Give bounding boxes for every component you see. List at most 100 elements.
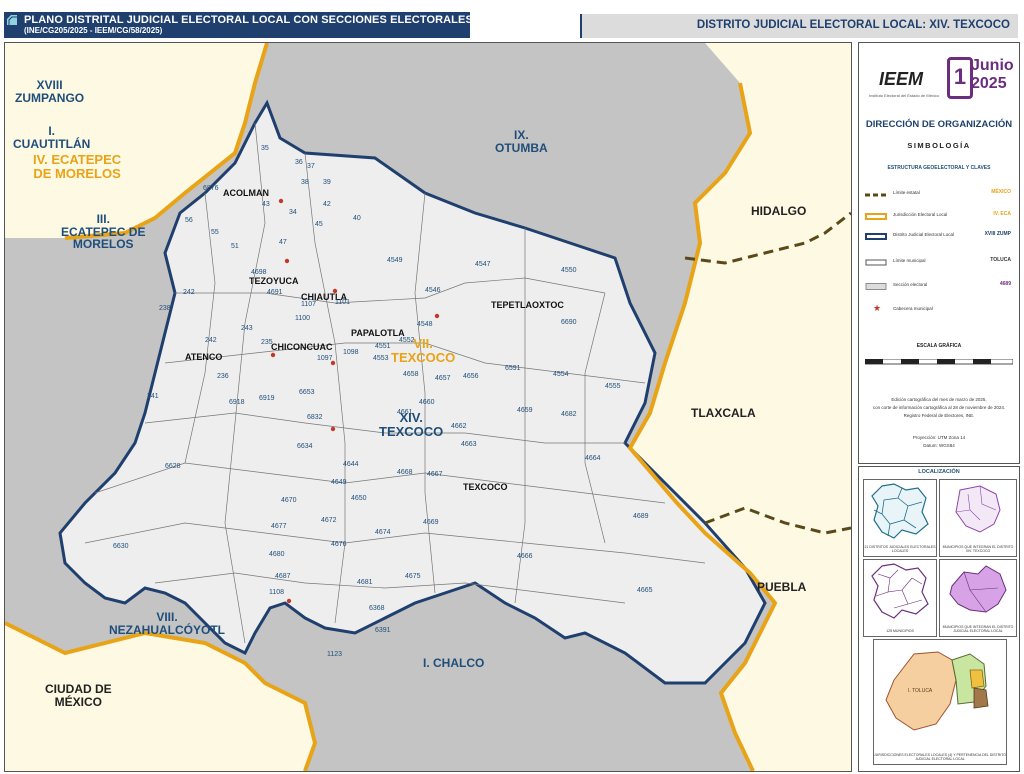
section-label: 6690 — [561, 319, 577, 326]
section-label: 4674 — [375, 529, 391, 536]
municipality-label: CHICONCUAC — [271, 342, 333, 352]
dashed-line-icon — [865, 193, 887, 197]
section-label: 4656 — [463, 373, 479, 380]
section-label: 4667 — [427, 471, 443, 478]
section-label: 4666 — [517, 553, 533, 560]
integration-outline-icon — [949, 565, 1007, 613]
section-label: 4665 — [637, 587, 653, 594]
ieem-logo-text: IEEM — [879, 69, 924, 89]
section-box-icon — [865, 283, 887, 290]
municipality-label: ATENCO — [185, 352, 223, 362]
section-label: 4672 — [321, 517, 337, 524]
section-label: 4691 — [267, 289, 283, 296]
section-label: 37 — [307, 163, 315, 170]
section-label: 242 — [205, 337, 217, 344]
section-label: 39 — [323, 179, 331, 186]
state-outline-icon — [871, 483, 929, 539]
section-label: 4680 — [269, 551, 285, 558]
section-label: 42 — [323, 201, 331, 208]
structure-title: ESTRUCTURA GEOELECTORAL Y CLAVES — [887, 165, 991, 171]
section-label: 1107 — [301, 301, 317, 308]
gold-line-icon — [865, 213, 887, 220]
legend-panel: IEEM Instituto Electoral del Estado de M… — [858, 42, 1020, 464]
section-label: 56 — [185, 217, 193, 224]
municipality-label: TEXCOCO — [463, 482, 508, 492]
mini-map-caption: 21 DISTRITOS JUDICIALES ELECTORALES LOCA… — [864, 545, 936, 554]
section-label: 35 — [261, 145, 269, 152]
projection-note: Proyección: UTM Zona 14 — [912, 435, 966, 440]
jurisdictions-outline-icon — [885, 651, 989, 731]
section-label: 55 — [211, 229, 219, 236]
mini-map-integration: MUNICIPIOS QUE INTEGRAN EL DISTRITO JUDI… — [939, 559, 1017, 637]
section-label: 4677 — [271, 523, 287, 530]
section-label: 40 — [353, 215, 361, 222]
section-label: 4546 — [425, 287, 441, 294]
district-label-otumba: IX. OTUMBA — [495, 128, 548, 155]
ieem-subtitle: Instituto Electoral del Estado de México — [869, 93, 940, 98]
mini-map-caption: MUNICIPIOS QUE INTEGRAN EL DISTRITO XIV.… — [942, 545, 1014, 554]
district-label-cuautitlan: I. CUAUTITLÁN — [13, 124, 91, 151]
section-label: 4659 — [517, 407, 533, 414]
section-label: 6591 — [505, 365, 521, 372]
legend-item-state: Límite estatal MÉXICO — [865, 187, 1015, 201]
localization-title: LOCALIZACIÓN — [918, 469, 960, 475]
edition-note: con corte de información cartográfica al… — [872, 405, 1006, 410]
section-label: 4675 — [405, 573, 421, 580]
section-label: 1101 — [335, 299, 351, 306]
section-label: 4553 — [373, 355, 389, 362]
edition-note: Registro Federal de Electores, INE. — [903, 413, 975, 418]
state-label-cdmx: CIUDAD DE MÉXICO — [45, 682, 112, 709]
section-label: 4657 — [435, 375, 451, 382]
section-label: 6368 — [369, 605, 385, 612]
section-label: 243 — [241, 325, 253, 332]
section-label: 4682 — [561, 411, 577, 418]
section-label: 241 — [147, 393, 159, 400]
section-label: 38 — [301, 179, 309, 186]
legend-item-municipal: Límite municipal TOLUCA — [865, 255, 1015, 269]
section-label: 238 — [159, 305, 171, 312]
section-label: 4689 — [633, 513, 649, 520]
state-label-hidalgo: HIDALGO — [751, 204, 807, 218]
legend-item-section: Sección electoral 4689 — [865, 279, 1015, 293]
section-label: 4649 — [331, 479, 347, 486]
localization-panel: LOCALIZACIÓN 21 DISTRITOS JUDICIALES ELE… — [858, 466, 1020, 772]
section-label: 4668 — [397, 469, 413, 476]
gray-line-icon — [865, 259, 887, 266]
section-label: 4547 — [475, 261, 491, 268]
municipality-label: TEZOYUCA — [249, 276, 299, 286]
section-label: 4687 — [275, 573, 291, 580]
section-label: 4662 — [451, 423, 467, 430]
section-label: 1100 — [295, 315, 311, 322]
section-label: 4548 — [417, 321, 433, 328]
section-label: 4658 — [403, 371, 419, 378]
section-label: 236 — [217, 373, 229, 380]
section-label: 242 — [183, 289, 195, 296]
election-year: 2025 — [971, 75, 1007, 92]
section-label: 43 — [262, 201, 270, 208]
district-label-nezahualcoyotl: VIII. NEZAHUALCÓYOTL — [109, 610, 225, 637]
section-label: 4554 — [553, 371, 569, 378]
scale-title: ESCALA GRÁFICA — [916, 343, 962, 349]
section-label: 4555 — [605, 383, 621, 390]
org-logo: IEEM Instituto Electoral del Estado de M… — [865, 55, 1015, 107]
map-area[interactable]: XVIII ZUMPANGO I. CUAUTITLÁN IV. ECATEPE… — [4, 42, 852, 772]
blue-line-icon — [865, 233, 887, 240]
mini-map-caption: MUNICIPIOS QUE INTEGRAN EL DISTRITO JUDI… — [942, 625, 1014, 634]
section-label: 6876 — [203, 185, 219, 192]
section-label: 4650 — [351, 495, 367, 502]
state-label-tlaxcala: TLAXCALA — [691, 406, 756, 420]
section-label: 6653 — [299, 389, 315, 396]
section-label: 4698 — [251, 269, 267, 276]
section-label: 4551 — [375, 343, 391, 350]
title-bar: PLANO DISTRITAL JUDICIAL ELECTORAL LOCAL… — [4, 12, 473, 38]
district-label-ecatepec-iv: IV. ECATEPEC DE MORELOS — [33, 152, 122, 181]
mini-map-district-municipalities: MUNICIPIOS QUE INTEGRAN EL DISTRITO XIV.… — [939, 479, 1017, 557]
section-label: 34 — [289, 209, 297, 216]
section-label: 4669 — [423, 519, 439, 526]
section-label: 47 — [279, 239, 287, 246]
section-label: 4681 — [357, 579, 373, 586]
district-label-ecatepec-iii: III. ECATEPEC DE MORELOS — [61, 212, 146, 252]
map-subtitle: (INE/CG205/2025 - IEEM/CG/58/2025) — [24, 26, 163, 35]
section-label: 4661 — [397, 409, 413, 416]
section-label: 4644 — [343, 461, 359, 468]
